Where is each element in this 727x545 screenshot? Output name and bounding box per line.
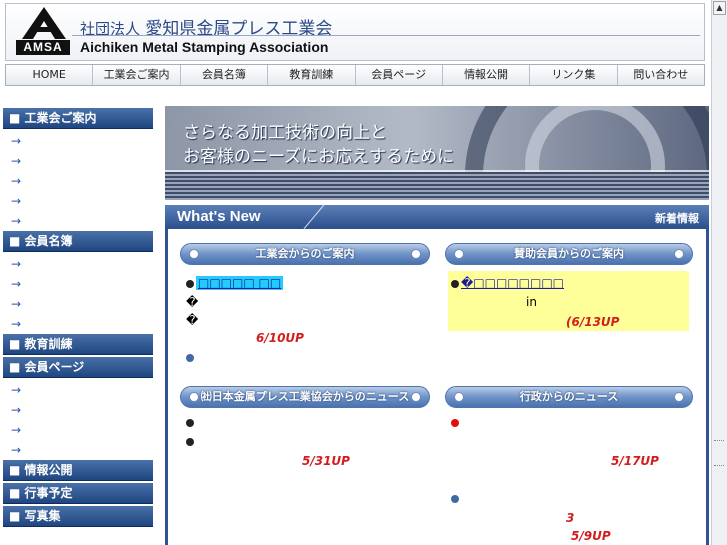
- sidebar-link[interactable]: →: [3, 131, 153, 151]
- nav-training[interactable]: 教育訓練: [268, 65, 356, 85]
- banner-line-2: お客様のニーズにお応えするために: [183, 147, 455, 167]
- sponsor-in-text: in: [526, 295, 537, 309]
- pill-label: 行政からのニュース: [519, 390, 619, 403]
- bullet-icon: [451, 419, 459, 427]
- sidebar-link[interactable]: →: [3, 294, 153, 314]
- nav-member-list[interactable]: 会員名簿: [181, 65, 269, 85]
- sidebar-head-training[interactable]: ■ 教育訓練: [3, 334, 153, 355]
- sidebar-link[interactable]: →: [3, 191, 153, 211]
- pill-label: 工業会からのご案内: [255, 247, 355, 260]
- sidebar-link[interactable]: →: [3, 171, 153, 191]
- garbled-char: �: [186, 295, 199, 309]
- sidebar-head-schedule[interactable]: ■ 行事予定: [3, 483, 153, 504]
- sidebar-head-member-list[interactable]: ■ 会員名簿: [3, 231, 153, 252]
- sidebar-link[interactable]: →: [3, 440, 153, 460]
- garbled-char: �: [186, 313, 199, 327]
- bullet-icon: [186, 280, 194, 288]
- banner-line-1: さらなる加工技術の向上と: [183, 123, 387, 143]
- pill-dot-icon: [411, 249, 421, 259]
- whats-new-subtitle: 新着情報: [655, 212, 699, 225]
- sidebar-head-member-page[interactable]: ■ 会員ページ: [3, 357, 153, 378]
- pill-label: 賛助会員からのご案内: [514, 247, 624, 260]
- pill-dot-icon: [674, 392, 684, 402]
- bullet-icon: [186, 354, 194, 362]
- sidebar: ■ 工業会ご案内 → → → → → ■ 会員名簿 → → → → ■ 教育訓練…: [3, 108, 153, 529]
- bullet-icon: [451, 280, 459, 288]
- pill-label: ㈳日本金属プレス工業協会からのニュース: [200, 390, 410, 403]
- sidebar-link[interactable]: →: [3, 420, 153, 440]
- whats-new-header: What's New 新着情報: [165, 200, 709, 230]
- scroll-grip[interactable]: [714, 440, 724, 466]
- pill-dot-icon: [189, 392, 199, 402]
- nav-home[interactable]: HOME: [6, 65, 94, 85]
- sidebar-link[interactable]: →: [3, 254, 153, 274]
- site-header: AMSA 社団法人 愛知県金属プレス工業会 Aichiken Metal Sta…: [5, 3, 705, 61]
- main-nav: HOME 工業会ご案内 会員名簿 教育訓練 会員ページ 情報公開 リンク集 問い…: [5, 64, 705, 86]
- update-date: 6/10UP: [256, 331, 304, 345]
- banner-stripes: [165, 172, 709, 200]
- update-date: 5/9UP: [571, 529, 611, 543]
- pill-dot-icon: [189, 249, 199, 259]
- pill-sponsor-news[interactable]: 賛助会員からのご案内: [445, 243, 693, 265]
- association-news-link-text[interactable]: □□□□□ □□: [196, 276, 284, 290]
- sidebar-link[interactable]: →: [3, 400, 153, 420]
- sidebar-head-photos[interactable]: ■ 写真集: [3, 506, 153, 527]
- pill-national-association-news[interactable]: ㈳日本金属プレス工業協会からのニュース: [180, 386, 430, 408]
- sponsor-news-link[interactable]: �□□□□□□□□: [461, 276, 564, 290]
- hero-banner: さらなる加工技術の向上と お客様のニーズにお応えするために: [165, 106, 709, 200]
- pill-dot-icon: [411, 392, 421, 402]
- update-date: 5/31UP: [302, 454, 350, 468]
- sidebar-link[interactable]: →: [3, 211, 153, 231]
- pill-association-news[interactable]: 工業会からのご案内: [180, 243, 430, 265]
- nav-links[interactable]: リンク集: [530, 65, 618, 85]
- update-date: (6/13UP: [566, 315, 620, 329]
- pill-dot-icon: [674, 249, 684, 259]
- pill-dot-icon: [454, 392, 464, 402]
- nav-contact[interactable]: 問い合わせ: [618, 65, 704, 85]
- site-title-en: Aichiken Metal Stamping Association: [80, 39, 329, 55]
- sidebar-link[interactable]: →: [3, 314, 153, 334]
- news-count: 3: [566, 511, 575, 525]
- bullet-icon: [451, 495, 459, 503]
- header-slash-decoration: [303, 200, 328, 230]
- sidebar-link[interactable]: →: [3, 151, 153, 171]
- nav-about[interactable]: 工業会ご案内: [93, 65, 181, 85]
- whats-new-title: What's New: [177, 208, 261, 225]
- scroll-up-arrow-icon[interactable]: ▲: [713, 1, 726, 15]
- logo-a-mark-icon: [22, 7, 66, 39]
- nav-disclosure[interactable]: 情報公開: [443, 65, 531, 85]
- pill-government-news[interactable]: 行政からのニュース: [445, 386, 693, 408]
- amsa-logo[interactable]: AMSA: [16, 7, 70, 57]
- association-news-link[interactable]: □□□□□ □□: [196, 276, 284, 290]
- logo-text: AMSA: [16, 40, 70, 55]
- header-divider: [72, 35, 700, 36]
- bullet-icon: [186, 438, 194, 446]
- sidebar-link[interactable]: →: [3, 274, 153, 294]
- vertical-scrollbar[interactable]: ▲: [711, 0, 727, 545]
- update-date: 5/17UP: [611, 454, 659, 468]
- pill-dot-icon: [454, 249, 464, 259]
- sidebar-head-about[interactable]: ■ 工業会ご案内: [3, 108, 153, 129]
- nav-member-page[interactable]: 会員ページ: [356, 65, 443, 85]
- bullet-icon: [186, 419, 194, 427]
- sidebar-link[interactable]: →: [3, 380, 153, 400]
- title-jp-main: 愛知県金属プレス工業会: [145, 19, 333, 39]
- sidebar-head-disclosure[interactable]: ■ 情報公開: [3, 460, 153, 481]
